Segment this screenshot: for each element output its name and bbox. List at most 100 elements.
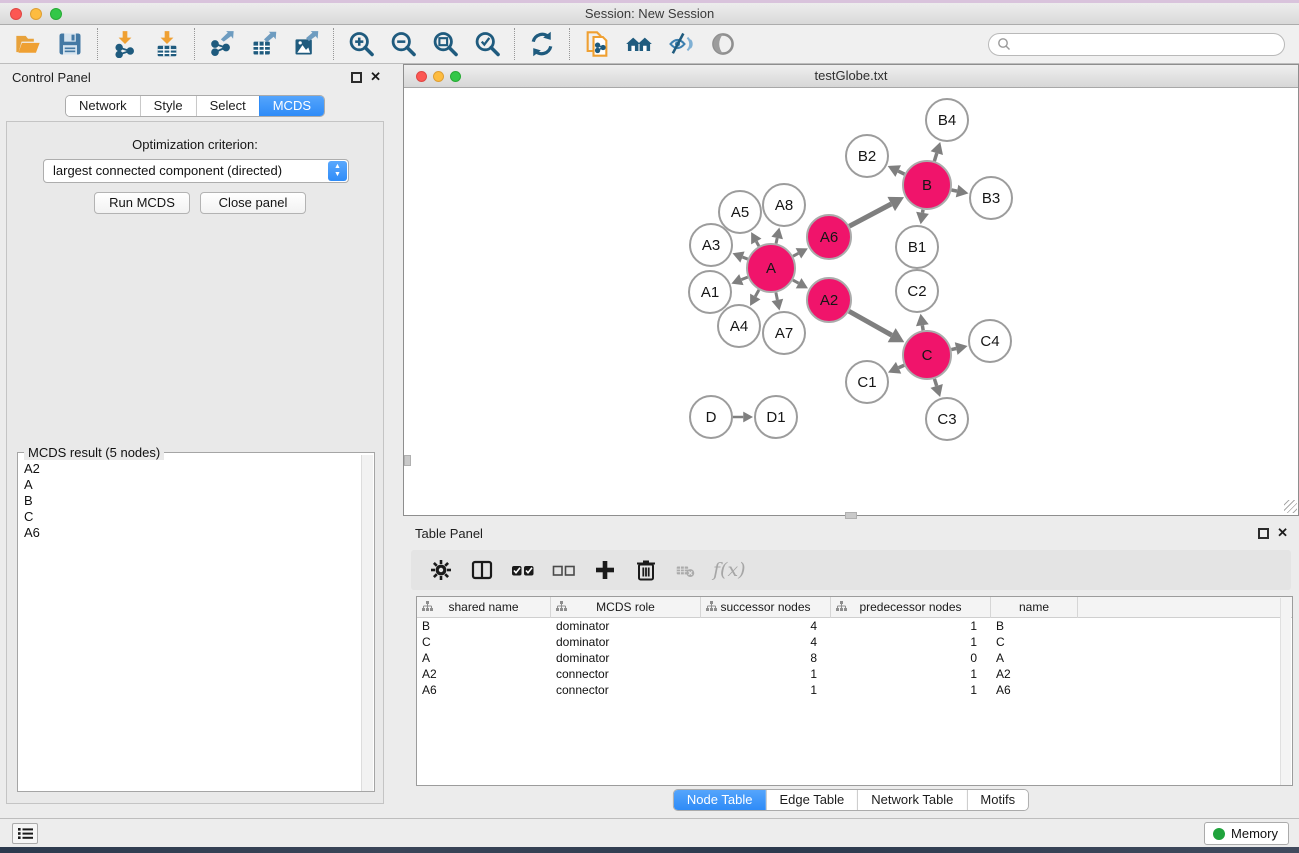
unchecked-boxes-icon[interactable] (552, 558, 576, 582)
graph-edge-B-B4[interactable] (934, 153, 936, 161)
list-icon (18, 827, 33, 840)
tab-mcds[interactable]: MCDS (259, 96, 324, 116)
graph-edge-A6-B[interactable] (849, 204, 891, 226)
memory-button[interactable]: Memory (1204, 822, 1289, 845)
mcds-result-item[interactable]: A2 (20, 461, 360, 477)
split-column-icon[interactable] (470, 558, 494, 582)
mcds-result-item[interactable]: A6 (20, 525, 360, 541)
minimize-window-button[interactable] (30, 8, 42, 20)
column-header-predecessor-nodes[interactable]: predecessor nodes (831, 597, 991, 618)
zoom-window-button[interactable] (50, 8, 62, 20)
app-titlebar[interactable]: Session: New Session (0, 3, 1299, 25)
table-cell: B (417, 618, 551, 634)
network-view-window: testGlobe.txt B4B2BB3A8A5A6A3B1AA1C2A2A4… (403, 64, 1299, 516)
node-table[interactable]: shared nameMCDS rolesuccessor nodesprede… (416, 596, 1293, 786)
network-window-controls (416, 71, 461, 82)
mcds-result-item[interactable]: B (20, 493, 360, 509)
search-input[interactable] (1016, 37, 1276, 51)
close-panel-button[interactable]: Close panel (200, 192, 306, 214)
graph-edge-C-C1[interactable] (899, 365, 905, 368)
graph-edge-C-C3[interactable] (934, 379, 936, 386)
home-gallery-icon[interactable] (625, 30, 653, 58)
mcds-result-list[interactable]: A2ABCA6 (20, 461, 360, 789)
graph-edge-A-A7[interactable] (776, 293, 777, 300)
network-graph[interactable]: B4B2BB3A8A5A6A3B1AA1C2A2A4A7C4CC1C3DD1 (404, 88, 1298, 514)
network-vertical-scroll-thumb[interactable] (404, 455, 411, 466)
delete-column-icon[interactable] (634, 558, 658, 582)
close-window-button[interactable] (10, 8, 22, 20)
show-details-icon[interactable] (709, 30, 737, 58)
column-header-name[interactable]: name (991, 597, 1078, 618)
tab-network[interactable]: Network (66, 96, 140, 116)
zoom-out-icon[interactable] (389, 30, 417, 58)
table-row[interactable]: Cdominator41C (417, 634, 1292, 650)
export-image-icon[interactable] (292, 30, 320, 58)
function-builder-icon[interactable]: f(x) (713, 559, 746, 581)
column-header-successor-nodes[interactable]: successor nodes (701, 597, 831, 618)
graph-edge-B-B3[interactable] (951, 190, 957, 191)
delete-table-icon[interactable] (675, 558, 696, 582)
gear-icon[interactable] (429, 558, 453, 582)
tab-style[interactable]: Style (140, 96, 196, 116)
table-row[interactable]: A2connector11A2 (417, 666, 1292, 682)
table-cell: 4 (701, 618, 831, 634)
optimization-criterion-select[interactable]: largest connected component (directed) ▲… (43, 159, 349, 183)
table-panel-header: Table Panel ✕ (403, 520, 1299, 546)
run-mcds-button[interactable]: Run MCDS (94, 192, 190, 214)
table-row[interactable]: Adominator80A (417, 650, 1292, 666)
tab-node-table[interactable]: Node Table (674, 790, 766, 810)
mcds-result-item[interactable]: A (20, 477, 360, 493)
refresh-icon[interactable] (528, 30, 556, 58)
mcds-result-item[interactable]: C (20, 509, 360, 525)
close-network-window-button[interactable] (416, 71, 427, 82)
search-box[interactable] (988, 33, 1285, 56)
graph-edge-A-A2[interactable] (793, 280, 799, 283)
tab-edge-table[interactable]: Edge Table (765, 790, 857, 810)
tab-network-table[interactable]: Network Table (857, 790, 966, 810)
hide-details-icon[interactable] (667, 30, 695, 58)
tab-select[interactable]: Select (196, 96, 259, 116)
task-history-button[interactable] (12, 823, 38, 844)
zoom-fit-icon[interactable] (431, 30, 459, 58)
zoom-in-icon[interactable] (347, 30, 375, 58)
graph-edge-A-A3[interactable] (742, 257, 747, 259)
graph-edge-A-A6[interactable] (793, 253, 798, 256)
window-resize-grip[interactable] (1284, 500, 1297, 513)
graph-edge-A-A1[interactable] (741, 277, 747, 280)
graph-edge-A-A4[interactable] (755, 290, 759, 297)
column-header-MCDS-role[interactable]: MCDS role (551, 597, 701, 618)
tab-motifs[interactable]: Motifs (966, 790, 1028, 810)
close-panel-icon[interactable]: ✕ (1277, 525, 1288, 541)
open-file-icon[interactable] (14, 30, 42, 58)
checked-boxes-icon[interactable] (511, 558, 535, 582)
import-network-icon[interactable] (111, 30, 139, 58)
close-panel-icon[interactable]: ✕ (370, 69, 381, 85)
add-column-icon[interactable] (593, 558, 617, 582)
mcds-result-scrollbar[interactable] (361, 455, 373, 791)
graph-edge-B-B2[interactable] (898, 171, 904, 174)
graph-edge-A2-C[interactable] (849, 311, 892, 335)
float-panel-icon[interactable] (1258, 528, 1269, 539)
export-network-icon[interactable] (208, 30, 236, 58)
column-header-shared-name[interactable]: shared name (417, 597, 551, 618)
save-session-icon[interactable] (56, 30, 84, 58)
clone-network-icon[interactable] (583, 30, 611, 58)
float-panel-icon[interactable] (351, 72, 362, 83)
import-table-icon[interactable] (153, 30, 181, 58)
graph-edge-C-C4[interactable] (951, 349, 956, 350)
mcds-result-title: MCDS result (5 nodes) (24, 445, 164, 460)
graph-edge-B-B1[interactable] (923, 210, 924, 213)
network-canvas[interactable]: B4B2BB3A8A5A6A3B1AA1C2A2A4A7C4CC1C3DD1 (404, 88, 1298, 514)
table-row[interactable]: A6connector11A6 (417, 682, 1292, 698)
minimize-network-window-button[interactable] (433, 71, 444, 82)
zoom-selected-icon[interactable] (473, 30, 501, 58)
graph-edge-C-C2[interactable] (922, 325, 923, 330)
table-row[interactable]: Bdominator41B (417, 618, 1292, 634)
table-scrollbar[interactable] (1280, 598, 1291, 786)
zoom-network-window-button[interactable] (450, 71, 461, 82)
graph-edge-A-A8[interactable] (776, 238, 777, 244)
network-horizontal-scroll-thumb[interactable] (845, 512, 857, 519)
network-window-titlebar[interactable]: testGlobe.txt (404, 65, 1298, 88)
export-table-icon[interactable] (250, 30, 278, 58)
graph-edge-A-A5[interactable] (756, 241, 759, 246)
